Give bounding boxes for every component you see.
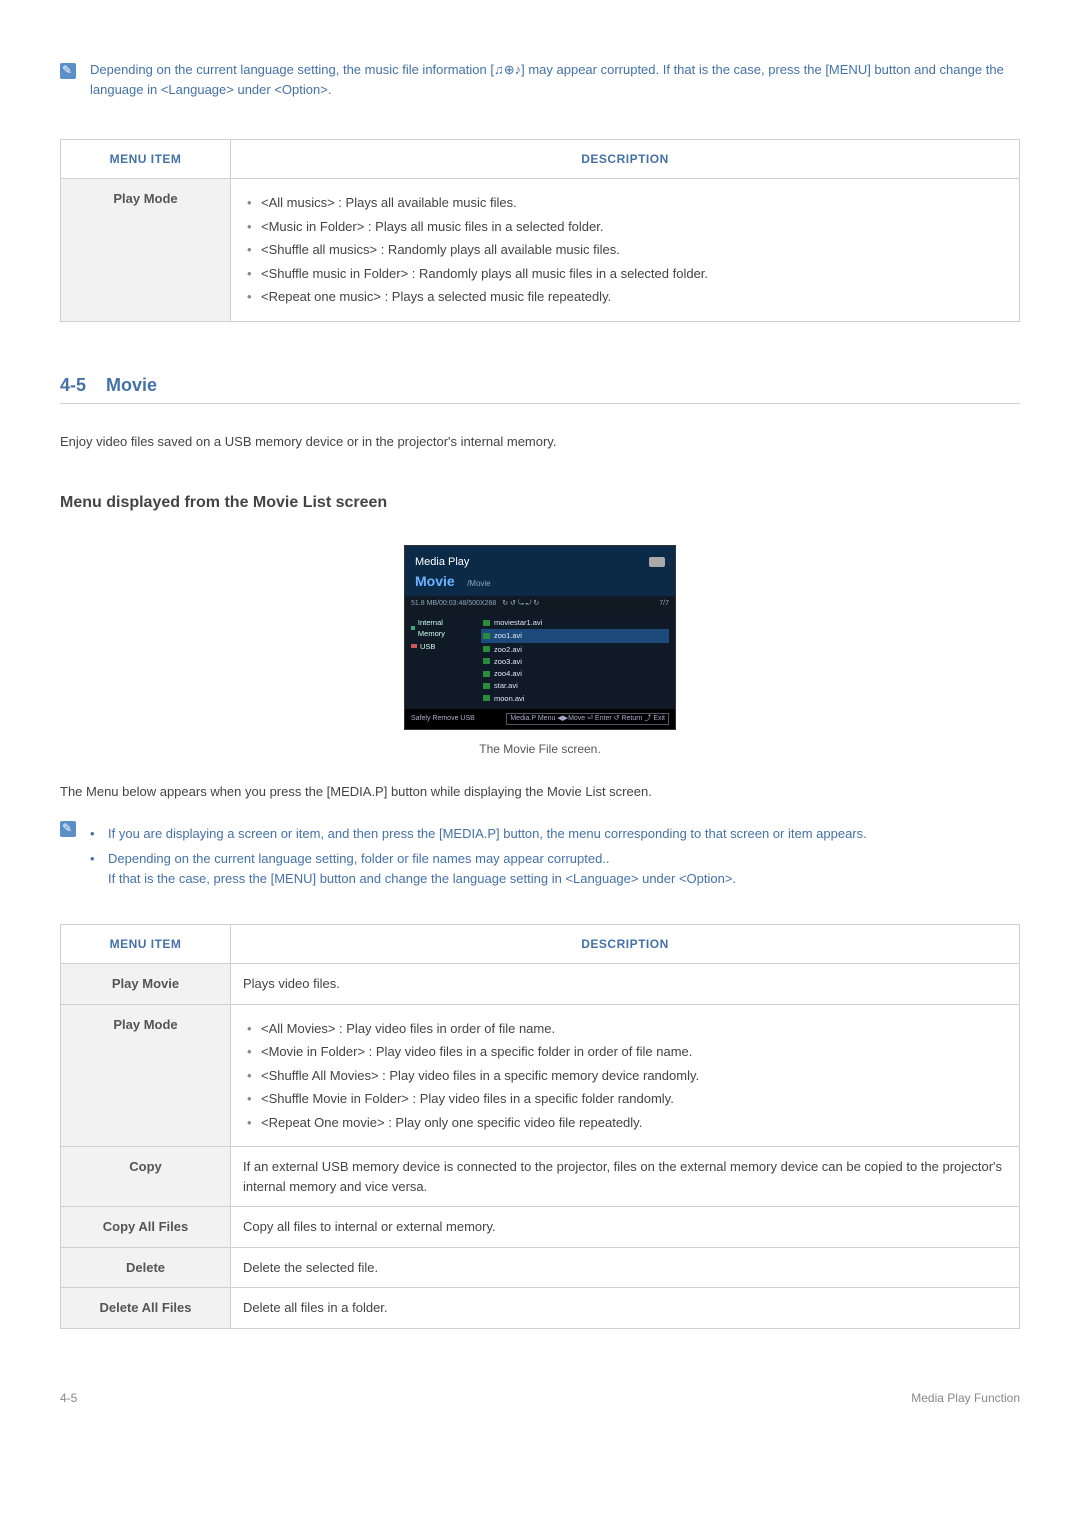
list-item: <Shuffle All Movies> : Play video files … bbox=[243, 1066, 1007, 1086]
note-item: Depending on the current language settin… bbox=[90, 849, 867, 888]
note-line: If that is the case, press the [MENU] bu… bbox=[108, 871, 736, 886]
note-line: Depending on the current language settin… bbox=[108, 851, 610, 866]
list-item: <Movie in Folder> : Play video files in … bbox=[243, 1042, 1007, 1062]
table-row: Play Mode <All musics> : Plays all avail… bbox=[61, 179, 1020, 322]
page-footer: 4-5 Media Play Function bbox=[60, 1389, 1020, 1407]
table-row: Delete All Files Delete all files in a f… bbox=[61, 1288, 1020, 1329]
footer-page-number: 4-5 bbox=[60, 1389, 77, 1407]
movie-screen-preview: Media Play Movie /Movie 51.8 MB/00:03:48… bbox=[404, 545, 676, 730]
notes-block: If you are displaying a screen or item, … bbox=[60, 818, 1020, 895]
section-divider bbox=[60, 403, 1020, 404]
row-label: Play Mode bbox=[61, 1004, 231, 1147]
file-item: zoo3.avi bbox=[494, 656, 522, 667]
list-item: <Repeat one music> : Plays a selected mu… bbox=[243, 287, 1007, 307]
list-intro: The Menu below appears when you press th… bbox=[60, 782, 1020, 802]
list-item: <Repeat One movie> : Play only one speci… bbox=[243, 1113, 1007, 1133]
note-box: Depending on the current language settin… bbox=[60, 60, 1020, 99]
row-desc: Plays video files. bbox=[231, 964, 1020, 1005]
device-list: Internal Memory USB bbox=[405, 612, 477, 709]
file-item: zoo2.avi bbox=[494, 644, 522, 655]
list-item: <All musics> : Plays all available music… bbox=[243, 193, 1007, 213]
usb-device-icon bbox=[411, 644, 417, 648]
image-caption: The Movie File screen. bbox=[60, 740, 1020, 758]
table-row: Play Mode <All Movies> : Play video file… bbox=[61, 1004, 1020, 1147]
row-label: Play Movie bbox=[61, 964, 231, 1005]
file-info: 51.8 MB/00:03:48/500X268 bbox=[411, 599, 496, 610]
row-label: Delete All Files bbox=[61, 1288, 231, 1329]
col-header-description: DESCRIPTION bbox=[231, 140, 1020, 179]
row-label: Copy All Files bbox=[61, 1207, 231, 1248]
file-list: moviestar1.avi zoo1.avi zoo2.avi zoo3.av… bbox=[477, 612, 675, 709]
movie-file-icon bbox=[483, 633, 490, 639]
footer-section-name: Media Play Function bbox=[911, 1389, 1020, 1407]
note-text: Depending on the current language settin… bbox=[90, 60, 1020, 99]
movie-file-icon bbox=[483, 695, 490, 701]
file-item: zoo1.avi bbox=[494, 630, 522, 641]
menu-table-music: MENU ITEM DESCRIPTION Play Mode <All mus… bbox=[60, 139, 1020, 322]
menu-table-movie: MENU ITEM DESCRIPTION Play Movie Plays v… bbox=[60, 924, 1020, 1329]
file-item: moviestar1.avi bbox=[494, 617, 542, 628]
row-label: Play Mode bbox=[61, 179, 231, 322]
subheading: Menu displayed from the Movie List scree… bbox=[60, 491, 1020, 515]
col-header-description: DESCRIPTION bbox=[231, 925, 1020, 964]
playback-icons: ↻ ↺ ⤿ ⤾ ↻ bbox=[502, 599, 539, 610]
movie-file-icon bbox=[483, 671, 490, 677]
row-desc: Copy all files to internal or external m… bbox=[231, 1207, 1020, 1248]
table-row: Play Movie Plays video files. bbox=[61, 964, 1020, 1005]
table-row: Copy All Files Copy all files to interna… bbox=[61, 1207, 1020, 1248]
row-desc: Delete the selected file. bbox=[231, 1247, 1020, 1288]
footer-left: Safely Remove USB bbox=[411, 714, 475, 725]
pencil-note-icon bbox=[60, 63, 76, 79]
usb-icon bbox=[649, 557, 665, 567]
row-desc: <All musics> : Plays all available music… bbox=[231, 179, 1020, 322]
file-item: star.avi bbox=[494, 680, 518, 691]
list-item: <Shuffle all musics> : Randomly plays al… bbox=[243, 240, 1007, 260]
device-item: USB bbox=[420, 641, 435, 652]
section-header: 4-5 Movie bbox=[60, 372, 1020, 399]
movie-file-icon bbox=[483, 646, 490, 652]
device-item: Internal Memory bbox=[418, 617, 471, 640]
breadcrumb: /Movie bbox=[467, 579, 491, 588]
row-label: Copy bbox=[61, 1147, 231, 1207]
col-header-menu-item: MENU ITEM bbox=[61, 140, 231, 179]
row-desc: Delete all files in a folder. bbox=[231, 1288, 1020, 1329]
row-label: Delete bbox=[61, 1247, 231, 1288]
section-title: Movie bbox=[106, 372, 157, 399]
movie-category: Movie bbox=[415, 573, 455, 589]
movie-file-icon bbox=[483, 658, 490, 664]
list-item: <Shuffle Movie in Folder> : Play video f… bbox=[243, 1089, 1007, 1109]
note-item: If you are displaying a screen or item, … bbox=[90, 824, 867, 844]
table-row: Delete Delete the selected file. bbox=[61, 1247, 1020, 1288]
list-item: <Shuffle music in Folder> : Randomly pla… bbox=[243, 264, 1007, 284]
list-item: <All Movies> : Play video files in order… bbox=[243, 1019, 1007, 1039]
memory-icon bbox=[411, 626, 415, 630]
file-counter: 7/7 bbox=[659, 599, 669, 610]
footer-right: Media.P Menu ◀▶Move ⏎ Enter ↺ Return ⤴ E… bbox=[506, 713, 669, 726]
table-row: Copy If an external USB memory device is… bbox=[61, 1147, 1020, 1207]
movie-file-icon bbox=[483, 620, 490, 626]
file-item: zoo4.avi bbox=[494, 668, 522, 679]
col-header-menu-item: MENU ITEM bbox=[61, 925, 231, 964]
media-play-label: Media Play bbox=[415, 554, 469, 571]
row-desc: If an external USB memory device is conn… bbox=[231, 1147, 1020, 1207]
section-number: 4-5 bbox=[60, 372, 86, 399]
movie-file-icon bbox=[483, 683, 490, 689]
list-item: <Music in Folder> : Plays all music file… bbox=[243, 217, 1007, 237]
intro-text: Enjoy video files saved on a USB memory … bbox=[60, 432, 1020, 452]
row-desc: <All Movies> : Play video files in order… bbox=[231, 1004, 1020, 1147]
pencil-note-icon bbox=[60, 821, 76, 837]
file-item: moon.avi bbox=[494, 693, 524, 704]
